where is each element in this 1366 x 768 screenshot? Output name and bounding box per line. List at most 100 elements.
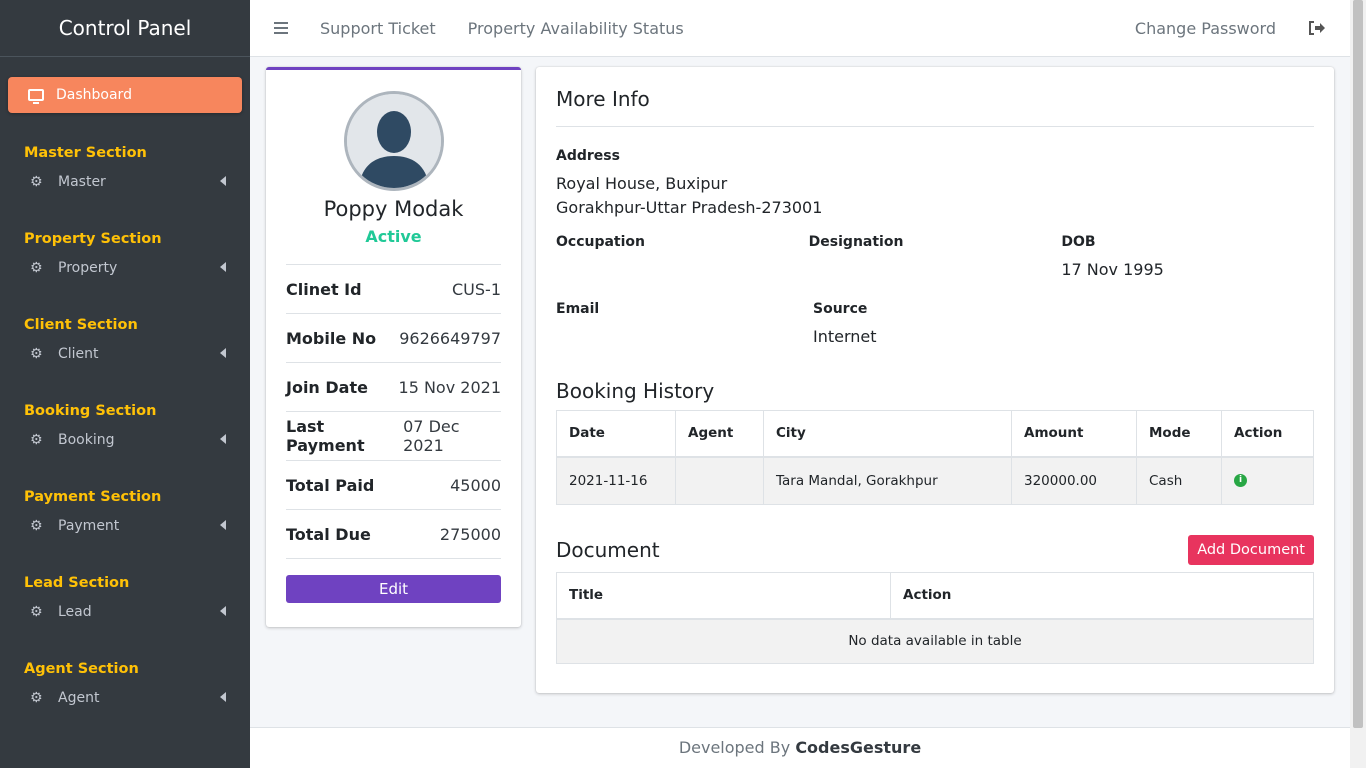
- sidebar-item-label: Agent: [58, 690, 100, 706]
- column-header-date[interactable]: Date: [556, 410, 676, 458]
- cell-agent: [675, 456, 764, 505]
- footer: Developed By CodesGesture: [250, 727, 1350, 768]
- document-table: Title Action No data available in table: [556, 572, 1314, 664]
- info-icon[interactable]: i: [1234, 474, 1247, 488]
- sidebar-item-label: Booking: [58, 432, 115, 448]
- email-label: Email: [556, 301, 600, 317]
- sidebar: Control Panel Dashboard Master Section ⚙…: [0, 0, 250, 768]
- hamburger-menu-icon[interactable]: [274, 19, 288, 37]
- chevron-left-icon: [220, 606, 226, 616]
- occupation-label: Occupation: [556, 234, 646, 250]
- chevron-left-icon: [220, 176, 226, 186]
- profile-row-client-id: Clinet Id CUS-1: [286, 265, 501, 314]
- cell-mode: Cash: [1136, 456, 1222, 505]
- booking-history-table: Date Agent City Amount Mode Action 2021-…: [556, 410, 1314, 505]
- scrollbar-thumb[interactable]: [1353, 0, 1363, 728]
- row-label: Total Due: [286, 524, 371, 544]
- nav-link-property-availability[interactable]: Property Availability Status: [468, 19, 684, 38]
- column-header-title[interactable]: Title: [556, 572, 891, 620]
- topbar-right: Change Password: [1135, 19, 1350, 38]
- sidebar-item-property[interactable]: ⚙ Property: [8, 251, 242, 285]
- dob-field: DOB 17 Nov 1995: [1061, 234, 1314, 282]
- cell-city: Tara Mandal, Gorakhpur: [763, 456, 1012, 505]
- address-value: Royal House, Buxipur Gorakhpur-Uttar Pra…: [556, 172, 1314, 220]
- designation-field: Designation: [809, 234, 1062, 282]
- profile-name: Poppy Modak: [323, 197, 464, 221]
- row-value: CUS-1: [452, 279, 501, 299]
- edit-button[interactable]: Edit: [286, 575, 501, 603]
- column-header-action[interactable]: Action: [890, 572, 1314, 620]
- dob-value: 17 Nov 1995: [1061, 260, 1164, 279]
- row-value: 45000: [450, 475, 501, 495]
- chevron-left-icon: [220, 262, 226, 272]
- sidebar-item-booking[interactable]: ⚙ Booking: [8, 423, 242, 457]
- row-label: Clinet Id: [286, 279, 362, 299]
- column-header-mode[interactable]: Mode: [1136, 410, 1222, 458]
- chevron-left-icon: [220, 348, 226, 358]
- sidebar-item-label: Master: [58, 174, 106, 190]
- sidebar-item-label: Dashboard: [56, 87, 132, 103]
- designation-value: [809, 260, 1062, 282]
- column-header-amount[interactable]: Amount: [1011, 410, 1137, 458]
- add-document-button[interactable]: Add Document: [1188, 535, 1314, 565]
- cell-date: 2021-11-16: [556, 456, 676, 505]
- section-heading-lead: Lead Section: [24, 575, 130, 591]
- chevron-left-icon: [220, 692, 226, 702]
- row-label: Mobile No: [286, 328, 377, 348]
- occupation-field: Occupation: [556, 234, 809, 282]
- monitor-icon: [28, 89, 44, 104]
- brand-title[interactable]: Control Panel: [0, 0, 250, 57]
- column-header-action[interactable]: Action: [1221, 410, 1314, 458]
- row-label: Total Paid: [286, 475, 375, 495]
- sidebar-item-label: Property: [58, 260, 118, 276]
- section-heading-master: Master Section: [24, 145, 147, 161]
- row-value: 15 Nov 2021: [398, 377, 501, 397]
- profile-row-join-date: Join Date 15 Nov 2021: [286, 363, 501, 412]
- row-value: 275000: [439, 524, 501, 544]
- sidebar-item-client[interactable]: ⚙ Client: [8, 337, 242, 371]
- gear-icon: ⚙: [30, 690, 43, 706]
- source-label: Source: [813, 301, 868, 317]
- gear-icon: ⚙: [30, 604, 43, 620]
- occupation-value: [556, 260, 809, 282]
- section-heading-payment: Payment Section: [24, 489, 162, 505]
- nav-link-change-password[interactable]: Change Password: [1135, 19, 1276, 38]
- chevron-left-icon: [220, 520, 226, 530]
- cell-action: i: [1221, 456, 1314, 505]
- section-heading-agent: Agent Section: [24, 661, 139, 677]
- table-header-row: Title Action: [556, 572, 1314, 620]
- section-heading-client: Client Section: [24, 317, 138, 333]
- table-row: 2021-11-16 Tara Mandal, Gorakhpur 320000…: [556, 456, 1314, 505]
- dob-label: DOB: [1061, 234, 1096, 250]
- info-grid-row-2: Email Source Internet: [556, 301, 1314, 346]
- avatar: [343, 91, 444, 191]
- user-silhouette-icon: [346, 94, 441, 188]
- cell-amount: 320000.00: [1011, 456, 1137, 505]
- footer-company: CodesGesture: [795, 738, 922, 757]
- row-label: Join Date: [286, 377, 368, 397]
- sidebar-item-agent[interactable]: ⚙ Agent: [8, 681, 242, 715]
- table-header-row: Date Agent City Amount Mode Action: [556, 410, 1314, 458]
- sidebar-item-dashboard[interactable]: Dashboard: [8, 77, 242, 113]
- nav-link-support-ticket[interactable]: Support Ticket: [320, 19, 436, 38]
- more-info-title: More Info: [556, 67, 1314, 127]
- column-header-city[interactable]: City: [763, 410, 1012, 458]
- section-heading-booking: Booking Section: [24, 403, 157, 419]
- top-navbar: Support Ticket Property Availability Sta…: [250, 0, 1350, 57]
- sidebar-item-payment[interactable]: ⚙ Payment: [8, 509, 242, 543]
- row-value: 07 Dec 2021: [403, 417, 460, 455]
- profile-row-mobile: Mobile No 9626649797: [286, 314, 501, 363]
- logout-icon[interactable]: [1308, 20, 1326, 36]
- address-block: Address Royal House, Buxipur Gorakhpur-U…: [556, 148, 1314, 220]
- booking-history-title: Booking History: [556, 379, 715, 403]
- sidebar-nav: Dashboard Master Section ⚙ Master Proper…: [0, 57, 250, 715]
- sidebar-item-label: Payment: [58, 518, 120, 534]
- source-value: Internet: [813, 327, 877, 346]
- column-header-agent[interactable]: Agent: [675, 410, 764, 458]
- section-heading-property: Property Section: [24, 231, 162, 247]
- sidebar-item-lead[interactable]: ⚙ Lead: [8, 595, 242, 629]
- document-title: Document: [556, 538, 660, 562]
- sidebar-item-master[interactable]: ⚙ Master: [8, 165, 242, 199]
- page-scrollbar[interactable]: [1350, 0, 1366, 768]
- source-field: Source Internet: [813, 301, 1070, 346]
